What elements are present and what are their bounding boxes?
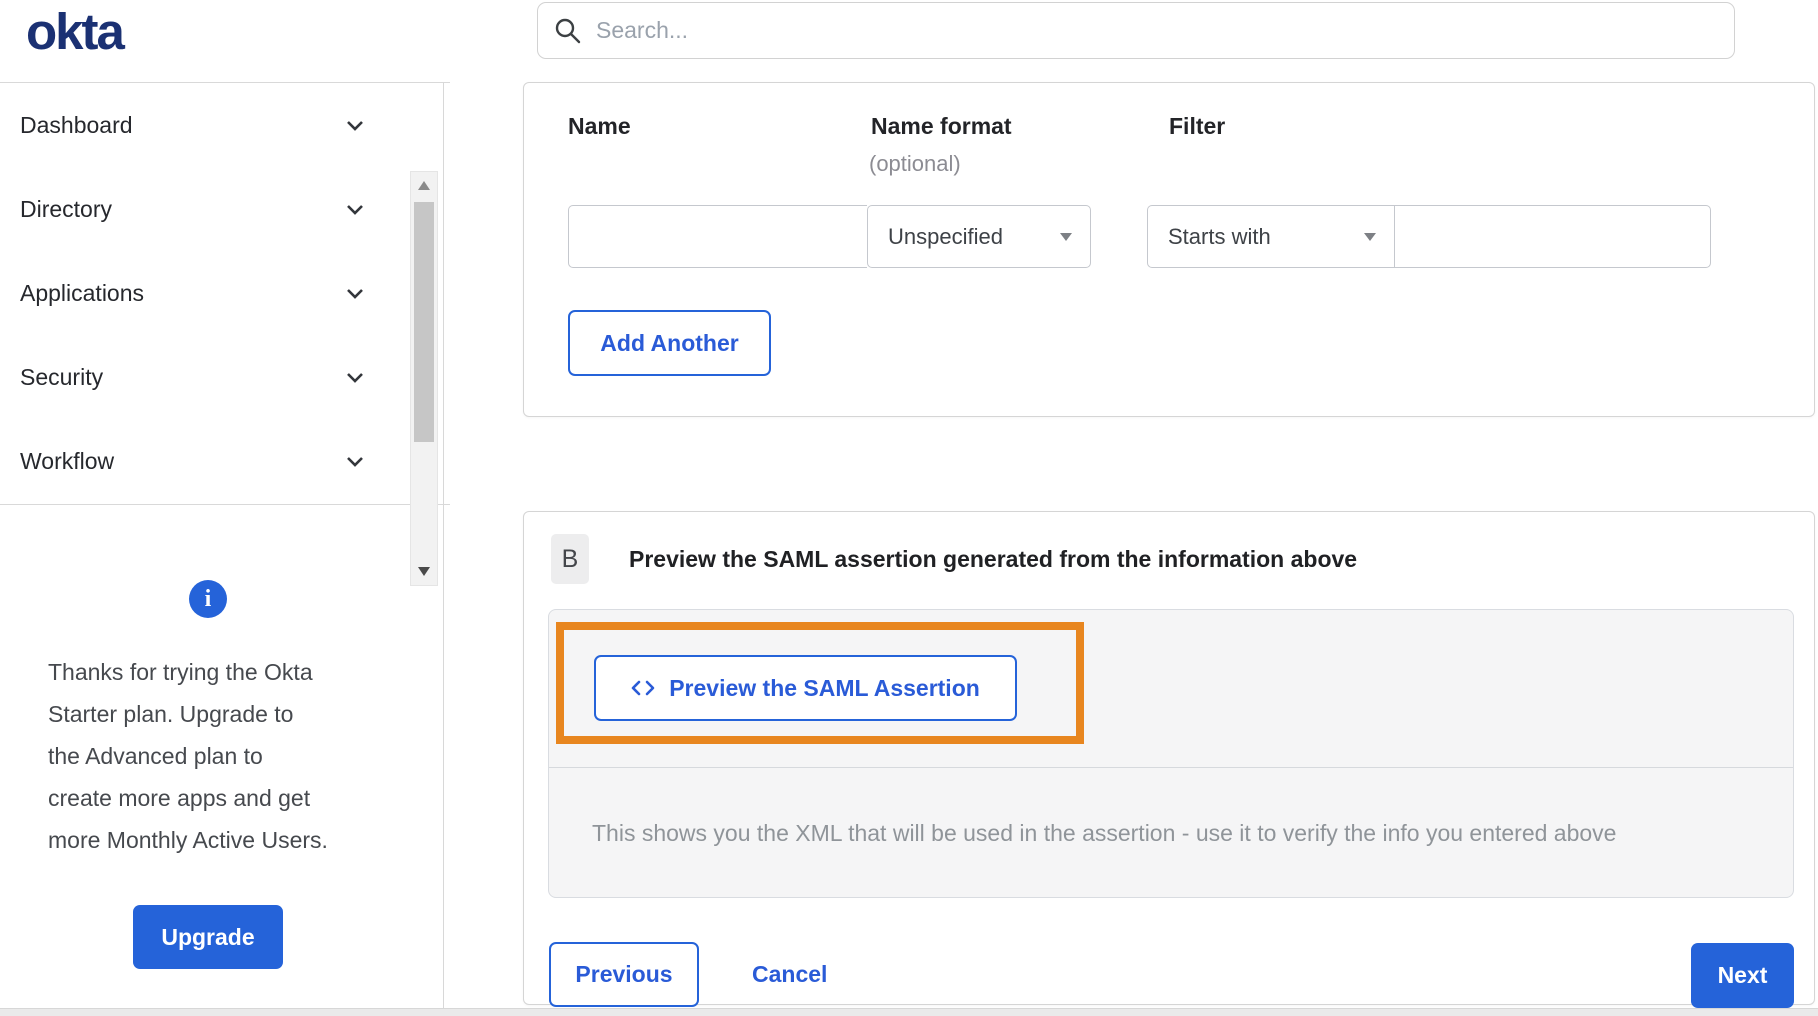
next-button[interactable]: Next	[1691, 943, 1794, 1008]
scrollbar-down-arrow-icon[interactable]	[418, 567, 430, 576]
trial-message: Thanks for trying the Okta Starter plan.…	[48, 651, 388, 861]
trial-message-line: Thanks for trying the Okta	[48, 659, 313, 685]
preview-panel: Preview the SAML Assertion This shows yo…	[548, 609, 1794, 898]
sidebar-nav: Dashboard Directory Applications Securit…	[0, 82, 450, 586]
global-search-bar[interactable]	[537, 2, 1735, 59]
name-format-optional-note: (optional)	[869, 151, 961, 176]
sidebar-item-label: Applications	[20, 280, 145, 306]
step-b-badge: B	[551, 534, 589, 584]
sidebar-item-applications[interactable]: Applications	[0, 251, 408, 335]
attribute-name-input[interactable]	[568, 205, 867, 268]
add-another-button[interactable]: Add Another	[568, 310, 771, 376]
cancel-button[interactable]: Cancel	[746, 942, 833, 1007]
previous-button[interactable]: Previous	[549, 942, 699, 1007]
attribute-statements-card: Name Name format (optional) Filter Unspe…	[523, 82, 1815, 417]
scrollbar-thumb[interactable]	[414, 202, 434, 442]
name-format-select[interactable]: Unspecified	[867, 205, 1091, 268]
okta-logo: okta	[26, 3, 125, 60]
sidebar-item-label: Directory	[20, 195, 113, 222]
bottom-scroll-strip	[0, 1008, 1818, 1016]
okta-admin-screen: okta Dashboard Directory	[0, 0, 1818, 1016]
chevron-down-icon	[346, 204, 364, 215]
sidebar-item-dashboard[interactable]: Dashboard	[0, 83, 408, 167]
chevron-down-icon	[346, 456, 364, 468]
search-icon	[554, 17, 582, 45]
scrollbar-up-arrow-icon[interactable]	[418, 181, 430, 190]
preview-saml-assertion-button[interactable]: Preview the SAML Assertion	[594, 655, 1017, 721]
preview-description: This shows you the XML that will be used…	[592, 820, 1617, 846]
sidebar-item-security[interactable]: Security	[0, 336, 408, 420]
sidebar-item-label: Workflow	[20, 448, 115, 475]
name-format-column-label: Name format	[871, 113, 1012, 139]
chevron-down-icon	[346, 120, 364, 131]
dropdown-caret-icon	[1060, 232, 1072, 241]
chevron-down-icon	[346, 372, 364, 384]
trial-message-line: more Monthly Active Users.	[48, 827, 328, 853]
sidebar-content-divider	[443, 82, 444, 1008]
code-icon	[631, 679, 655, 697]
sidebar-nav-list: Dashboard Directory Applications Securit…	[0, 83, 408, 504]
name-column-label: Name	[568, 113, 631, 139]
filter-type-selected-value: Starts with	[1168, 223, 1271, 249]
trial-message-line: Starter plan. Upgrade to	[48, 701, 294, 727]
name-format-selected-value: Unspecified	[888, 223, 1003, 249]
sidebar-scrollbar[interactable]	[410, 171, 438, 586]
trial-message-line: create more apps and get	[48, 785, 311, 811]
preview-section-heading: Preview the SAML assertion generated fro…	[629, 545, 1358, 572]
dropdown-caret-icon	[1364, 232, 1376, 241]
sidebar-item-workflow[interactable]: Workflow	[0, 420, 408, 504]
chevron-down-icon	[346, 288, 364, 299]
sidebar-item-directory[interactable]: Directory	[0, 167, 408, 251]
info-icon: i	[189, 580, 227, 618]
sidebar-item-label: Security	[20, 364, 104, 391]
sidebar-item-label: Dashboard	[20, 111, 133, 138]
preview-button-label: Preview the SAML Assertion	[669, 674, 980, 701]
filter-value-input[interactable]	[1394, 205, 1711, 268]
preview-saml-card: B Preview the SAML assertion generated f…	[523, 511, 1815, 1008]
search-input[interactable]	[596, 17, 1718, 44]
trial-message-line: the Advanced plan to	[48, 743, 263, 769]
upgrade-button[interactable]: Upgrade	[133, 905, 283, 969]
filter-column-label: Filter	[1169, 113, 1226, 139]
filter-type-select[interactable]: Starts with	[1147, 205, 1394, 268]
